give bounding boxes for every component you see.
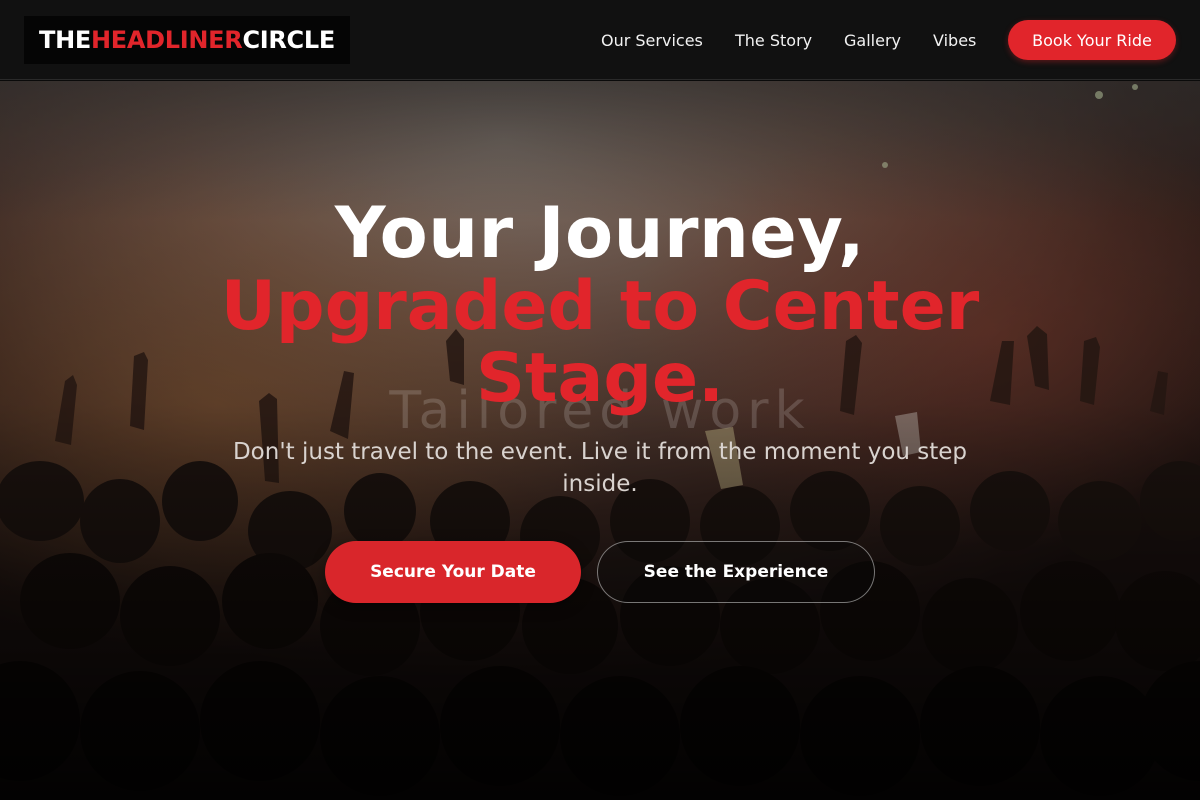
hero-title-line-2: Upgraded to Center bbox=[220, 267, 980, 346]
hero-subtitle: Don't just travel to the event. Live it … bbox=[232, 439, 968, 497]
hero-content: Tailored work Your Journey, Upgraded to … bbox=[0, 81, 1200, 800]
logo-text-headliner: HEADLINER bbox=[90, 26, 243, 54]
logo-text-circle: CIRCLE bbox=[242, 26, 335, 54]
book-your-ride-button[interactable]: Book Your Ride bbox=[1008, 20, 1176, 60]
site-header: THE HEADLINER CIRCLE Our Services The St… bbox=[0, 0, 1200, 80]
logo-text-the: THE bbox=[39, 26, 91, 54]
nav-link-story[interactable]: The Story bbox=[735, 31, 812, 50]
nav-link-gallery[interactable]: Gallery bbox=[844, 31, 901, 50]
see-the-experience-button[interactable]: See the Experience bbox=[597, 541, 875, 603]
nav-link-vibes[interactable]: Vibes bbox=[933, 31, 976, 50]
site-logo[interactable]: THE HEADLINER CIRCLE bbox=[24, 16, 350, 64]
secure-your-date-button[interactable]: Secure Your Date bbox=[325, 541, 581, 603]
hero-title-line-3: Stage. bbox=[476, 339, 724, 418]
hero-section: Tailored work Your Journey, Upgraded to … bbox=[0, 81, 1200, 800]
hero-title-line-1: Your Journey, bbox=[334, 192, 866, 274]
nav-link-services[interactable]: Our Services bbox=[601, 31, 703, 50]
